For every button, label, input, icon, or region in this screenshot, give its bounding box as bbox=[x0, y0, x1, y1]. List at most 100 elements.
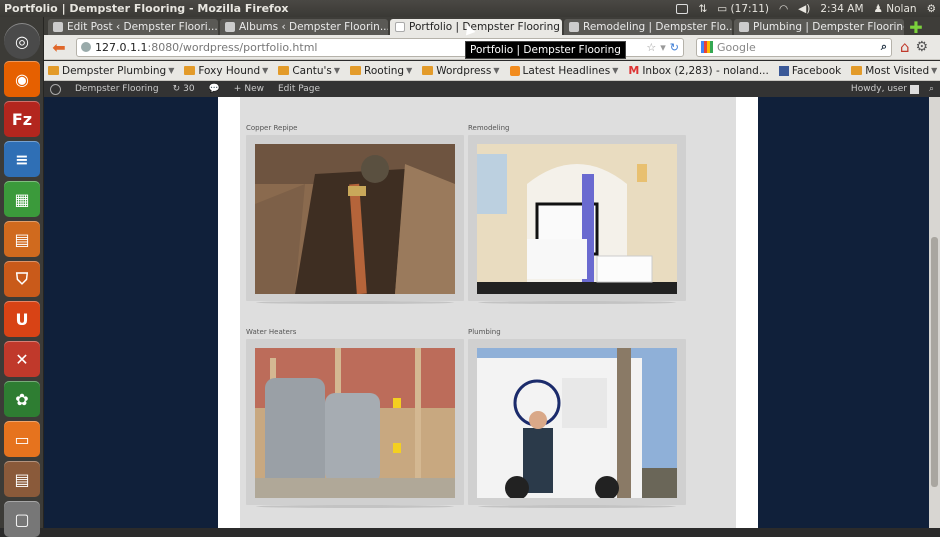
keyboard-icon[interactable]: ⇅ bbox=[698, 3, 707, 15]
wp-edit-page[interactable]: Edit Page bbox=[278, 84, 320, 94]
photo-remodeling bbox=[477, 144, 677, 294]
chevron-down-icon: ▼ bbox=[612, 66, 618, 75]
wp-admin-bar: Dempster Flooring ↻30 💬 +New Edit Page H… bbox=[44, 81, 940, 97]
bookmark-rooting[interactable]: Rooting▼ bbox=[350, 65, 412, 77]
card-shadow bbox=[256, 505, 454, 508]
reload-icon[interactable]: ↻ bbox=[670, 41, 679, 54]
portfolio-item-title: Plumbing bbox=[468, 328, 501, 336]
files-folder-icon[interactable]: ▭ bbox=[4, 421, 40, 457]
site-identity-icon[interactable] bbox=[81, 42, 91, 52]
search-bar[interactable]: Google ⌕ bbox=[696, 38, 892, 57]
software-center-icon[interactable]: ⛉ bbox=[4, 261, 40, 297]
bookmarks-toolbar: Dempster Plumbing▼ Foxy Hound▼ Cantu's▼ … bbox=[44, 61, 940, 81]
tab-edit-post[interactable]: Edit Post ‹ Dempster Floori...✖ bbox=[48, 19, 218, 35]
updates-count: 30 bbox=[183, 84, 194, 94]
new-label: New bbox=[244, 84, 264, 94]
photo-water-heaters bbox=[255, 348, 455, 498]
card-shadow bbox=[478, 301, 676, 304]
page-icon bbox=[739, 22, 749, 32]
addon-icon[interactable]: ⚙ bbox=[916, 39, 929, 55]
chevron-down-icon: ▼ bbox=[334, 66, 340, 75]
search-icon[interactable]: ⌕ bbox=[881, 40, 887, 54]
filezilla-icon[interactable]: Fz bbox=[4, 101, 40, 137]
tab-albums[interactable]: Albums ‹ Dempster Floorin...✖ bbox=[220, 19, 388, 35]
bookmark-label: Dempster Plumbing bbox=[62, 65, 166, 77]
wp-site-name[interactable]: Dempster Flooring bbox=[75, 84, 159, 94]
battery-time: (17:11) bbox=[731, 3, 769, 15]
workspaces-icon[interactable]: ▤ bbox=[4, 461, 40, 497]
unity-launcher: ◎ ◉ Fz ≡ ▦ ▤ ⛉ U ✕ ✿ ▭ ▤ ▢ bbox=[0, 17, 44, 528]
indicator-area: ⇅ ▭ (17:11) ◠ ◀) 2:34 AM ♟ Nolan ⚙ bbox=[676, 3, 936, 15]
battery-indicator[interactable]: ▭ (17:11) bbox=[717, 3, 769, 15]
wp-logo-menu[interactable] bbox=[50, 84, 61, 95]
wp-howdy[interactable]: Howdy, user bbox=[851, 84, 919, 94]
portfolio-grid: Copper Repipe Remod bbox=[240, 97, 736, 528]
tab-portfolio[interactable]: Portfolio | Dempster Flooring✖ bbox=[390, 19, 562, 35]
mail-icon[interactable] bbox=[676, 4, 688, 14]
system-top-panel: Portfolio | Dempster Flooring - Mozilla … bbox=[0, 0, 940, 17]
user-icon: ♟ bbox=[874, 3, 887, 15]
wifi-icon[interactable]: ◠ bbox=[779, 3, 788, 15]
system-settings-icon[interactable]: ✕ bbox=[4, 341, 40, 377]
comment-icon: 💬 bbox=[209, 84, 220, 94]
portfolio-card-water-heaters[interactable] bbox=[246, 339, 464, 505]
wp-updates[interactable]: ↻30 bbox=[173, 84, 195, 94]
close-icon[interactable]: ✖ bbox=[560, 22, 562, 33]
gear-icon[interactable]: ⚙ bbox=[927, 3, 936, 15]
content-column: Copper Repipe Remod bbox=[218, 97, 758, 528]
photo-plumbing bbox=[477, 348, 677, 498]
folder-icon bbox=[48, 66, 59, 75]
portfolio-card-copper-repipe[interactable] bbox=[246, 135, 464, 301]
page-icon bbox=[225, 22, 235, 32]
wp-comments[interactable]: 💬 bbox=[209, 84, 220, 94]
dash-home-icon[interactable]: ◎ bbox=[4, 23, 40, 59]
bookmark-facebook[interactable]: Facebook bbox=[779, 65, 841, 77]
card-shadow bbox=[478, 505, 676, 508]
home-icon[interactable]: ⌂ bbox=[900, 38, 910, 56]
tab-strip: Edit Post ‹ Dempster Floori...✖ Albums ‹… bbox=[44, 17, 940, 35]
gmail-icon: M bbox=[628, 64, 639, 77]
portfolio-card-remodeling[interactable] bbox=[468, 135, 686, 301]
writer-icon[interactable]: ≡ bbox=[4, 141, 40, 177]
calc-icon[interactable]: ▦ bbox=[4, 181, 40, 217]
wp-new[interactable]: +New bbox=[234, 84, 264, 94]
new-tab-button[interactable]: ✚ bbox=[906, 19, 926, 35]
avatar bbox=[910, 85, 919, 94]
bookmark-cantus[interactable]: Cantu's▼ bbox=[278, 65, 340, 77]
impress-icon[interactable]: ▤ bbox=[4, 221, 40, 257]
back-button[interactable]: ⬅ bbox=[48, 37, 70, 57]
volume-icon[interactable]: ◀) bbox=[798, 3, 810, 15]
page-scrollbar[interactable] bbox=[929, 97, 940, 528]
bookmark-wordpress[interactable]: Wordpress▼ bbox=[422, 65, 499, 77]
bookmark-label: Wordpress bbox=[436, 65, 491, 77]
tab-label: Albums ‹ Dempster Floorin... bbox=[239, 21, 388, 33]
tab-plumbing[interactable]: Plumbing | Dempster Flooring✖ bbox=[734, 19, 904, 35]
chevron-down-icon: ▼ bbox=[168, 66, 174, 75]
google-icon[interactable] bbox=[701, 41, 713, 53]
picasa-icon[interactable]: ✿ bbox=[4, 381, 40, 417]
firefox-icon[interactable]: ◉ bbox=[4, 61, 40, 97]
portfolio-card-plumbing[interactable] bbox=[468, 339, 686, 505]
dropdown-icon[interactable]: ▾ bbox=[660, 41, 666, 54]
search-icon[interactable]: ⌕ bbox=[929, 84, 934, 94]
user-menu[interactable]: ♟ Nolan bbox=[874, 3, 917, 15]
window-title: Portfolio | Dempster Flooring - Mozilla … bbox=[4, 2, 288, 15]
bookmark-gmail-inbox[interactable]: MInbox (2,283) - noland... bbox=[628, 64, 769, 77]
folder-icon bbox=[851, 66, 862, 75]
clock[interactable]: 2:34 AM bbox=[820, 3, 863, 15]
bookmark-most-visited[interactable]: Most Visited▼ bbox=[851, 65, 937, 77]
refresh-icon: ↻ bbox=[173, 84, 181, 94]
tab-remodeling[interactable]: Remodeling | Dempster Flo...✖ bbox=[564, 19, 732, 35]
trash-icon[interactable]: ▢ bbox=[4, 501, 40, 537]
folder-icon bbox=[350, 66, 361, 75]
facebook-icon bbox=[779, 66, 789, 76]
bookmark-foxy-hound[interactable]: Foxy Hound▼ bbox=[184, 65, 268, 77]
bookmark-latest-headlines[interactable]: Latest Headlines▼ bbox=[510, 65, 619, 77]
bookmark-star-icon[interactable]: ☆ bbox=[646, 41, 656, 54]
url-path: :8080/wordpress/portfolio.html bbox=[147, 41, 317, 54]
ubuntu-one-icon[interactable]: U bbox=[4, 301, 40, 337]
scrollbar-thumb[interactable] bbox=[931, 237, 938, 487]
folder-icon bbox=[184, 66, 195, 75]
howdy-label: Howdy, user bbox=[851, 84, 907, 94]
bookmark-dempster-plumbing[interactable]: Dempster Plumbing▼ bbox=[48, 65, 174, 77]
